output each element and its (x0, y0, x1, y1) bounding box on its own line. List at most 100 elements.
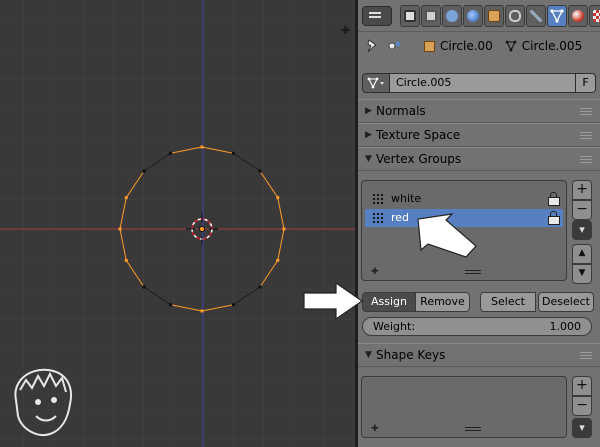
panel-drag-grip[interactable] (580, 352, 592, 360)
list-resize-grip[interactable] (465, 427, 481, 431)
camera-icon (404, 10, 416, 22)
tab-material[interactable] (568, 5, 588, 27)
material-sphere-icon (572, 10, 584, 22)
breadcrumb-object: Circle.00 (424, 39, 493, 53)
tab-data[interactable] (547, 5, 567, 27)
properties-editor: Circle.00 Circle.005 Circle.005 F ▶ Norm… (358, 0, 600, 447)
mesh-vertex[interactable] (231, 151, 235, 155)
panel-drag-grip[interactable] (580, 156, 592, 164)
expanded-arrow-icon: ▼ (365, 154, 372, 164)
panel-texture-space-header[interactable]: ▶ Texture Space (358, 123, 600, 147)
collapsed-arrow-icon: ▶ (365, 130, 372, 140)
panel-normals-title: Normals (376, 104, 426, 118)
fake-user-button[interactable]: F (576, 73, 596, 93)
mesh-name-field[interactable]: Circle.005 (390, 73, 576, 93)
mesh-vertex[interactable] (169, 151, 173, 155)
cube-icon (488, 10, 500, 22)
world-icon (467, 10, 479, 22)
mesh-vertex[interactable] (231, 303, 235, 307)
scene-icon (446, 10, 458, 22)
shape-keys-list[interactable]: ✚ (361, 376, 567, 438)
add-shape-key-button[interactable]: + (572, 376, 592, 396)
mesh-vertex[interactable] (276, 258, 280, 262)
properties-editor-icon[interactable] (362, 6, 392, 26)
breadcrumb-scene (388, 40, 402, 52)
move-vertex-group-up-button[interactable]: ▲ (572, 244, 592, 264)
pin-icon[interactable] (366, 39, 378, 53)
mesh-vertex[interactable] (282, 227, 286, 231)
vertex-group-icon (372, 212, 384, 224)
weight-slider[interactable]: Weight: 1.000 (362, 317, 592, 336)
list-resize-grip[interactable] (465, 270, 481, 274)
mesh-vertex[interactable] (124, 258, 128, 262)
cube-icon (424, 40, 435, 52)
tab-constraints[interactable] (505, 5, 525, 27)
vertex-group-item-white[interactable]: white (365, 190, 563, 208)
move-vertex-group-down-button[interactable]: ▼ (572, 264, 592, 284)
viewport-split-widget[interactable]: ✚ (341, 25, 351, 36)
properties-tabbar (358, 0, 600, 32)
chain-icon (509, 10, 521, 22)
vertex-group-icon (372, 193, 384, 205)
checker-icon (593, 10, 600, 22)
mesh-vertex[interactable] (142, 285, 146, 289)
mesh-datablock-selector: Circle.005 F (362, 73, 596, 93)
assign-button[interactable]: Assign (362, 292, 416, 312)
mesh-vertex[interactable] (142, 169, 146, 173)
panel-vertex-groups-title: Vertex Groups (376, 152, 462, 166)
vertex-group-name: red (391, 211, 410, 224)
watermark-logo (14, 368, 72, 436)
collapsed-arrow-icon: ▶ (365, 106, 372, 116)
mesh-vertex[interactable] (258, 169, 262, 173)
mesh-vertex[interactable] (200, 145, 204, 149)
breadcrumb-object-name: Circle.00 (440, 39, 493, 53)
mesh-icon (367, 77, 384, 89)
tab-modifiers[interactable] (526, 5, 546, 27)
select-button[interactable]: Select (480, 292, 536, 312)
list-filter-icon[interactable]: ✚ (371, 268, 379, 277)
add-vertex-group-button[interactable]: + (572, 180, 592, 200)
mesh-vertex[interactable] (200, 309, 204, 313)
tab-render-layers[interactable] (421, 5, 441, 27)
panel-drag-grip[interactable] (580, 108, 592, 116)
panel-shape-keys-title: Shape Keys (376, 348, 446, 362)
remove-vertex-group-button[interactable]: − (572, 200, 592, 220)
remove-button[interactable]: Remove (416, 292, 470, 312)
scene-icon (388, 41, 401, 50)
assign-remove-row: Assign Remove (362, 292, 470, 312)
mesh-vertex[interactable] (169, 303, 173, 307)
tab-render[interactable] (400, 5, 420, 27)
mesh-vertex[interactable] (124, 196, 128, 200)
mesh-icon (550, 9, 564, 23)
mesh-vertex[interactable] (118, 227, 122, 231)
vertex-group-name: white (391, 192, 422, 205)
deselect-button[interactable]: Deselect (538, 292, 594, 312)
panel-drag-grip[interactable] (580, 132, 592, 140)
tab-object[interactable] (484, 5, 504, 27)
breadcrumb: Circle.00 Circle.005 (358, 33, 600, 59)
mesh-vertex[interactable] (258, 285, 262, 289)
vertex-groups-list[interactable]: white red ✚ (361, 180, 567, 281)
list-filter-icon[interactable]: ✚ (371, 425, 379, 434)
mesh-browse-button[interactable] (362, 73, 390, 93)
context-tabs (400, 5, 600, 27)
shape-key-specials-menu[interactable]: ▾ (572, 418, 592, 438)
layers-icon (425, 10, 437, 22)
panel-shape-keys-header[interactable]: ▼ Shape Keys (358, 343, 600, 367)
vertex-group-item-red[interactable]: red (365, 209, 563, 227)
expanded-arrow-icon: ▼ (365, 350, 372, 360)
breadcrumb-mesh: Circle.005 (505, 39, 582, 53)
lock-icon[interactable] (547, 211, 560, 225)
select-deselect-row: Select Deselect (480, 292, 594, 312)
mesh-vertex[interactable] (276, 196, 280, 200)
weight-label: Weight: (373, 320, 416, 333)
tab-world[interactable] (463, 5, 483, 27)
remove-shape-key-button[interactable]: − (572, 396, 592, 416)
panel-normals-header[interactable]: ▶ Normals (358, 99, 600, 123)
vertex-group-specials-menu[interactable]: ▾ (572, 220, 592, 240)
tab-scene[interactable] (442, 5, 462, 27)
panel-vertex-groups-header[interactable]: ▼ Vertex Groups (358, 147, 600, 171)
tab-texture[interactable] (589, 5, 600, 27)
lock-icon[interactable] (547, 192, 560, 206)
wrench-icon (530, 10, 542, 22)
